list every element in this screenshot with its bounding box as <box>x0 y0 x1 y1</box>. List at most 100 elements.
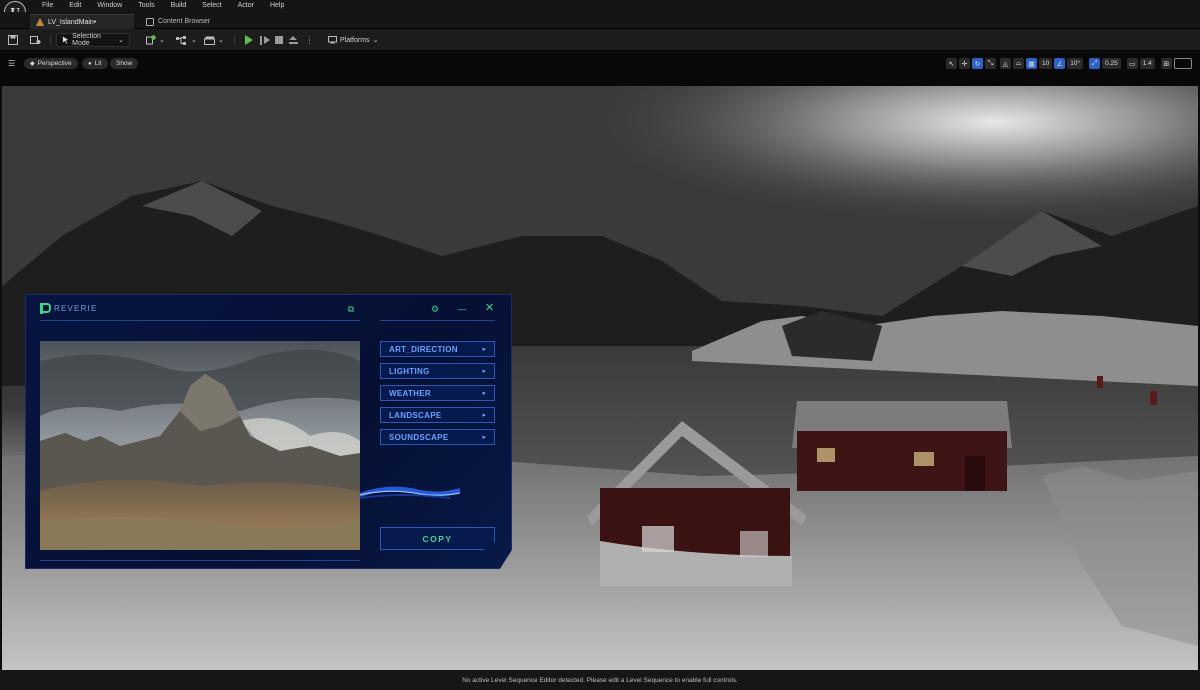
lit-button[interactable]: ● Lit <box>82 58 108 69</box>
rotation-snap-value[interactable]: 10° <box>1067 58 1084 69</box>
chevron-right-icon: ▸ <box>482 346 486 353</box>
select-tool-icon[interactable]: ↖ <box>946 58 957 69</box>
menu-window[interactable]: Window <box>89 0 130 12</box>
world-space-icon[interactable]: ◬ <box>1000 58 1011 69</box>
tab-content-browser[interactable]: Content Browser <box>140 14 216 29</box>
platforms-icon <box>328 36 337 44</box>
tab-content-browser-label: Content Browser <box>158 18 211 25</box>
main-toolbar: Selection Mode ⌄ ⌄ ⌄ ⌄ ⋮ Platforms ⌄ <box>0 29 1200 51</box>
menu-item-label: SOUNDSCAPE <box>389 432 449 442</box>
tab-level-label: LV_IslandMain• <box>48 18 97 26</box>
cursor-icon <box>62 36 69 44</box>
clapperboard-icon <box>204 36 215 45</box>
snap-tools: ◬ ⌓ ▦ 10 ∠ 10° ⤢ 0.25 ▭ 1.4 ⊞ <box>1000 58 1192 69</box>
chevron-down-icon: ⌄ <box>159 37 165 44</box>
perspective-label: Perspective <box>37 60 72 67</box>
reverie-title: REVERIE <box>54 304 98 313</box>
stop-icon <box>275 36 283 44</box>
status-bar: No active Level Sequence Editor detected… <box>0 670 1200 690</box>
surface-snap-icon[interactable]: ⌓ <box>1013 58 1024 69</box>
wave-decoration <box>360 486 460 499</box>
stop-button[interactable] <box>275 33 283 47</box>
chevron-down-icon: ⌄ <box>191 37 197 44</box>
lit-sphere-icon: ● <box>88 60 92 67</box>
eject-button[interactable] <box>289 33 298 47</box>
reverie-logo: REVERIE <box>40 303 98 314</box>
menu-item-label: LANDSCAPE <box>389 410 442 420</box>
menu-file[interactable]: File <box>34 0 61 12</box>
save-button[interactable] <box>8 33 18 47</box>
menu-help[interactable]: Help <box>262 0 292 12</box>
crop-icon[interactable]: ⧉ <box>346 304 356 314</box>
cinematics-button[interactable]: ⌄ <box>204 33 224 47</box>
play-button[interactable] <box>245 33 253 47</box>
scale-tool-icon[interactable]: ⤡ <box>985 58 996 69</box>
preview-image <box>40 341 360 550</box>
platforms-dropdown[interactable]: Platforms ⌄ <box>328 33 378 47</box>
toolbar-divider <box>50 34 51 46</box>
maximize-viewport-icon[interactable]: ⊞ <box>1160 58 1172 69</box>
gear-icon[interactable]: ⚙ <box>430 304 440 314</box>
skip-forward-icon <box>260 35 270 45</box>
status-message: No active Level Sequence Editor detected… <box>462 676 738 684</box>
copy-button[interactable]: COPY <box>380 527 495 550</box>
perspective-button[interactable]: ◆ Perspective <box>24 58 78 69</box>
save-icon <box>8 35 18 45</box>
selection-mode-dropdown[interactable]: Selection Mode ⌄ <box>56 33 130 47</box>
menu-item-soundscape[interactable]: SOUNDSCAPE ▸ <box>380 429 495 445</box>
viewport-toolbar: ☰ ◆ Perspective ● Lit Show ↖ ✛ ↻ ⤡ ◬ ⌓ ▦… <box>0 53 1200 86</box>
scale-snap-icon[interactable]: ⤢ <box>1089 58 1101 69</box>
menu-tools[interactable]: Tools <box>130 0 162 12</box>
lit-label: Lit <box>94 60 102 67</box>
chevron-right-icon: ▸ <box>482 390 486 397</box>
selection-mode-label: Selection Mode <box>72 33 101 47</box>
viewport-menu-button[interactable]: ☰ <box>5 58 18 69</box>
show-label: Show <box>116 60 133 67</box>
toolbar-divider <box>234 34 235 46</box>
grid-snap-icon[interactable]: ▦ <box>1026 58 1037 69</box>
hamburger-icon: ☰ <box>8 59 16 68</box>
rotation-snap-icon[interactable]: ∠ <box>1054 58 1066 69</box>
grid-snap-value[interactable]: 10 <box>1039 58 1053 69</box>
chevron-right-icon: ▸ <box>482 412 486 419</box>
source-control-button[interactable] <box>30 33 41 47</box>
scale-snap-value[interactable]: 0.25 <box>1102 58 1121 69</box>
rotate-tool-icon[interactable]: ↻ <box>972 58 983 69</box>
menu-item-label: WEATHER <box>389 388 431 398</box>
menu-item-label: LIGHTING <box>389 366 430 376</box>
menu-item-art-direction[interactable]: ART_DIRECTION ▸ <box>380 341 495 357</box>
tab-level[interactable]: LV_IslandMain• <box>30 14 134 29</box>
menu-item-landscape[interactable]: LANDSCAPE ▸ <box>380 407 495 423</box>
close-icon[interactable]: ✕ <box>485 303 495 314</box>
menu-build[interactable]: Build <box>163 0 195 12</box>
chevron-right-icon: ▸ <box>482 434 486 441</box>
menu-edit[interactable]: Edit <box>61 0 89 12</box>
layout-icon[interactable] <box>1173 58 1192 69</box>
menu-actor[interactable]: Actor <box>230 0 262 12</box>
menu-items: File Edit Window Tools Build Select Acto… <box>34 0 292 12</box>
add-actor-button[interactable]: ⌄ <box>146 33 165 47</box>
blueprint-button[interactable]: ⌄ <box>176 33 197 47</box>
category-menu: ART_DIRECTION ▸ LIGHTING ▸ WEATHER ▸ LAN… <box>380 341 495 451</box>
divider-line <box>40 320 360 321</box>
content-browser-icon <box>146 17 154 26</box>
show-button[interactable]: Show <box>110 58 139 69</box>
chevron-down-icon: ⌄ <box>372 37 379 44</box>
level-icon <box>36 18 44 26</box>
menu-select[interactable]: Select <box>194 0 229 12</box>
platforms-label: Platforms <box>340 36 370 44</box>
reverie-panel: REVERIE ⧉ ⚙ — ✕ ART_DIRECTION ▸ LIGHTING… <box>25 294 512 569</box>
minimize-icon[interactable]: — <box>457 304 467 314</box>
menu-item-lighting[interactable]: LIGHTING ▸ <box>380 363 495 379</box>
add-actor-icon <box>146 35 156 45</box>
divider-line <box>380 320 495 321</box>
camera-speed-icon[interactable]: ▭ <box>1126 58 1138 69</box>
step-button[interactable] <box>260 33 270 47</box>
editor-window: U File Edit Window Tools Build Select Ac… <box>0 0 1200 690</box>
camera-speed-value[interactable]: 1.4 <box>1139 58 1155 69</box>
chevron-down-icon: ⌄ <box>118 37 124 44</box>
menu-item-weather[interactable]: WEATHER ▸ <box>380 385 495 401</box>
play-options-button[interactable]: ⋮ <box>305 33 314 47</box>
translate-tool-icon[interactable]: ✛ <box>959 58 970 69</box>
menu-bar: U File Edit Window Tools Build Select Ac… <box>0 0 1200 23</box>
